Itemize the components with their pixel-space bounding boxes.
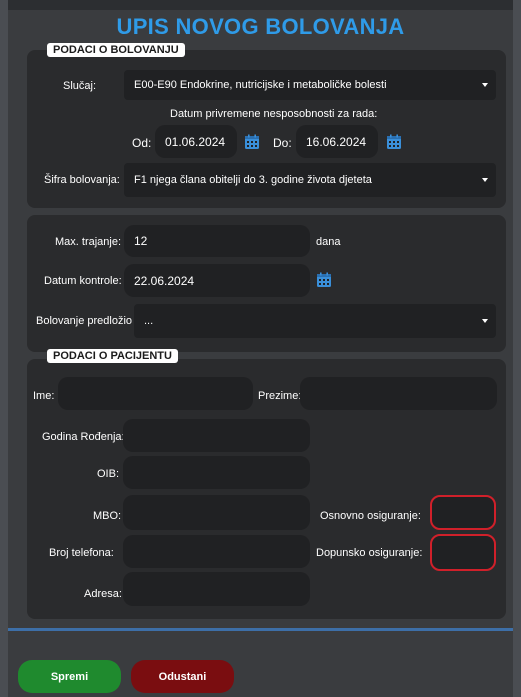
from-label: Od: [132, 136, 152, 150]
phone-input[interactable] [123, 535, 310, 568]
first-name-label: Ime: [33, 390, 55, 402]
mbo-label: MBO: [93, 510, 122, 522]
first-name-input[interactable] [58, 377, 253, 410]
max-duration-label: Max. trajanje: [55, 236, 122, 248]
proposed-by-label: Bolovanje predložio [36, 315, 133, 327]
basic-insurance-input[interactable] [430, 495, 496, 530]
max-duration-value: 12 [134, 234, 148, 248]
proposed-by-select[interactable]: ... [134, 304, 496, 338]
max-duration-input[interactable]: 12 [124, 225, 310, 257]
patient-legend: PODACI O PACIJENTU [47, 349, 178, 363]
code-select-value: F1 njega člana obitelji do 3. godine živ… [134, 174, 372, 186]
max-duration-unit: dana [316, 236, 341, 248]
calendar-icon[interactable] [244, 134, 260, 150]
calendar-icon[interactable] [386, 134, 402, 150]
oib-input[interactable] [123, 456, 310, 489]
control-date-label: Datum kontrole: [44, 275, 122, 287]
supplementary-insurance-label: Dopunsko osiguranje: [316, 547, 423, 559]
code-label: Šifra bolovanja: [44, 174, 120, 186]
mbo-input[interactable] [123, 495, 310, 530]
last-name-label: Prezime: [258, 390, 302, 402]
supplementary-insurance-input[interactable] [430, 534, 496, 571]
from-date-input[interactable]: 01.06.2024 [155, 125, 237, 158]
address-input[interactable] [123, 572, 310, 606]
from-date-value: 01.06.2024 [165, 134, 226, 149]
control-date-input[interactable]: 22.06.2024 [124, 264, 310, 297]
birth-year-label: Godina Rođenja: [42, 431, 125, 443]
case-select[interactable]: E00-E90 Endokrine, nutricijske i metabol… [124, 70, 496, 100]
oib-label: OIB: [97, 468, 120, 480]
calendar-icon[interactable] [316, 272, 332, 288]
birth-year-input[interactable] [123, 419, 310, 452]
chevron-down-icon [482, 178, 488, 182]
page-title: UPIS NOVOG BOLOVANJA [116, 14, 405, 39]
code-select[interactable]: F1 njega člana obitelji do 3. godine živ… [124, 163, 496, 197]
chevron-down-icon [482, 83, 488, 87]
date-range-caption: Datum privremene nesposobnosti za rada: [170, 108, 378, 120]
window-accent-line [8, 628, 513, 631]
chevron-down-icon [482, 319, 488, 323]
phone-label: Broj telefona: [49, 547, 114, 559]
proposed-by-value: ... [144, 315, 154, 327]
save-button[interactable]: Spremi [18, 660, 121, 693]
control-date-value: 22.06.2024 [134, 273, 195, 288]
last-name-input[interactable] [300, 377, 497, 410]
cancel-button[interactable]: Odustani [131, 660, 234, 693]
sick-leave-legend: PODACI O BOLOVANJU [47, 43, 185, 57]
to-date-value: 16.06.2024 [306, 134, 367, 149]
address-label: Adresa: [84, 588, 122, 600]
to-date-input[interactable]: 16.06.2024 [296, 125, 378, 158]
to-label: Do: [273, 136, 292, 150]
basic-insurance-label: Osnovno osiguranje: [320, 510, 421, 522]
case-label: Slučaj: [63, 80, 97, 92]
window-top-bar [8, 0, 513, 10]
case-select-value: E00-E90 Endokrine, nutricijske i metabol… [134, 79, 387, 91]
